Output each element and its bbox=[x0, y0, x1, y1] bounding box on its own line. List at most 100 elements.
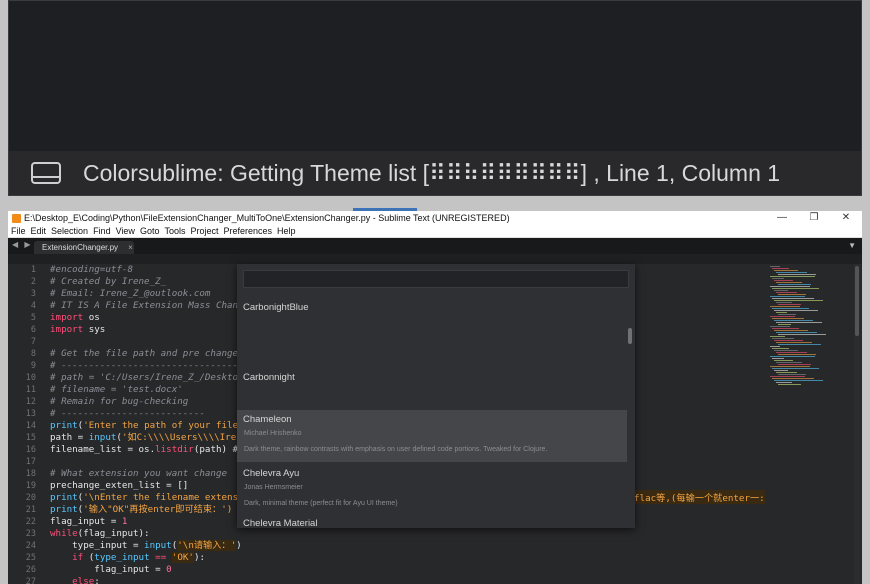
minimap-line bbox=[774, 300, 823, 301]
minimize-button[interactable]: — bbox=[766, 211, 798, 225]
theme-name: Chelevra Material bbox=[243, 518, 318, 528]
code-line: import os bbox=[50, 312, 100, 323]
code-line: if (type_input == 'OK'): bbox=[72, 552, 206, 563]
scrollbar-thumb[interactable] bbox=[855, 266, 859, 336]
theme-item-chameleon[interactable]: Chameleon Michael Hrishenko Dark theme, … bbox=[237, 410, 627, 462]
theme-item-carbonightblue[interactable]: CarbonightBlue bbox=[237, 294, 627, 344]
line-number: 7 bbox=[30, 337, 36, 347]
panel-toggle-icon[interactable] bbox=[31, 162, 61, 184]
maximize-button[interactable]: ❐ bbox=[798, 211, 830, 225]
minimap-line bbox=[776, 362, 802, 363]
minimap-line bbox=[772, 298, 814, 299]
minimap-line bbox=[774, 340, 803, 341]
minimap-line bbox=[774, 270, 798, 271]
menu-edit[interactable]: Edit bbox=[31, 226, 47, 236]
minimap-line bbox=[772, 268, 789, 269]
minimap-line bbox=[770, 356, 815, 357]
minimap-line bbox=[778, 374, 806, 375]
theme-name: Chelevra Ayu bbox=[243, 468, 300, 479]
code-line: else: bbox=[72, 576, 100, 584]
theme-name: Chameleon bbox=[243, 414, 292, 425]
editor-scrollbar[interactable] bbox=[854, 264, 860, 584]
theme-item-carbonnight[interactable]: Carbonnight bbox=[237, 344, 627, 400]
minimap-line bbox=[770, 276, 815, 277]
line-number: 16 bbox=[25, 445, 36, 455]
sublime-window: E:\Desktop_E\Coding\Python\FileExtension… bbox=[8, 211, 862, 584]
line-number: 8 bbox=[30, 349, 36, 359]
minimap-line bbox=[770, 366, 810, 367]
menu-file[interactable]: File bbox=[11, 226, 26, 236]
code-editor[interactable]: 1 2 3 4 5 6 7 8 9 10 11 12 13 14 15 16 17 18 19 20 21 22 23 24 2… bbox=[8, 264, 862, 584]
minimap-line bbox=[776, 342, 812, 343]
menu-view[interactable]: View bbox=[116, 226, 135, 236]
theme-palette: CarbonightBlue Carbonnight Chameleon Mic… bbox=[237, 264, 635, 528]
code-line: # filename = 'test.docx' bbox=[50, 384, 183, 395]
menu-help[interactable]: Help bbox=[277, 226, 296, 236]
minimap-line bbox=[776, 332, 817, 333]
palette-filter-input[interactable] bbox=[243, 270, 629, 288]
code-line: print('\nEnter the filename extens bbox=[50, 492, 239, 503]
minimap-line bbox=[770, 376, 805, 377]
line-number: 25 bbox=[25, 553, 36, 563]
palette-scrollbar-thumb[interactable] bbox=[628, 328, 632, 344]
minimap-line bbox=[772, 368, 819, 369]
menu-tools[interactable]: Tools bbox=[164, 226, 185, 236]
theme-description: Dark theme, rainbow contrasts with empha… bbox=[244, 446, 548, 453]
tab-nav-arrows-icon[interactable]: ◀ ▶ bbox=[12, 240, 33, 249]
title-bar: E:\Desktop_E\Coding\Python\FileExtension… bbox=[8, 211, 862, 225]
line-number: 11 bbox=[25, 385, 36, 395]
minimap-line bbox=[772, 278, 784, 279]
minimap-line bbox=[774, 310, 818, 311]
minimap-line bbox=[770, 316, 795, 317]
line-number: 9 bbox=[30, 361, 36, 371]
code-line: # Remain for bug-checking bbox=[50, 396, 189, 407]
theme-item-chelevra-ayu[interactable]: Chelevra Ayu Jonas Hermsmeier Dark, mini… bbox=[237, 462, 627, 514]
minimap-line bbox=[772, 308, 809, 309]
minimap-line bbox=[778, 304, 801, 305]
minimap-line bbox=[778, 274, 816, 275]
minimap-line bbox=[774, 290, 788, 291]
minimap-line bbox=[776, 292, 797, 293]
line-number: 26 bbox=[25, 565, 36, 575]
menu-preferences[interactable]: Preferences bbox=[223, 226, 272, 236]
line-number: 22 bbox=[25, 517, 36, 527]
minimap-line bbox=[772, 328, 799, 329]
code-line: type_input = input('\n请输入：') bbox=[50, 540, 242, 551]
code-line: # What extension you want change bbox=[50, 468, 228, 479]
minimap-line bbox=[778, 324, 791, 325]
tab-close-icon[interactable]: × bbox=[128, 243, 133, 252]
theme-item-chelevra-material[interactable]: Chelevra Material bbox=[237, 514, 627, 528]
menu-goto[interactable]: Goto bbox=[140, 226, 160, 236]
minimap[interactable] bbox=[768, 264, 854, 584]
menu-bar: File Edit Selection Find View Goto Tools… bbox=[8, 225, 862, 238]
status-text: Colorsublime: Getting Theme list [⠿⠿⠷⠿⠿⠿… bbox=[83, 159, 781, 186]
menu-find[interactable]: Find bbox=[93, 226, 111, 236]
line-number: 27 bbox=[25, 577, 36, 584]
line-number: 15 bbox=[25, 433, 36, 443]
tab-dropdown-icon[interactable]: ▼ bbox=[848, 241, 856, 250]
tab-extensionchanger[interactable]: ExtensionChanger.py × bbox=[34, 241, 134, 254]
minimap-line bbox=[770, 336, 785, 337]
menu-selection[interactable]: Selection bbox=[51, 226, 88, 236]
minimap-line bbox=[774, 360, 793, 361]
menu-project[interactable]: Project bbox=[190, 226, 218, 236]
minimap-line bbox=[774, 380, 823, 381]
minimap-line bbox=[776, 322, 822, 323]
line-number: 3 bbox=[30, 289, 36, 299]
code-line: flag_input = 1 bbox=[50, 516, 128, 527]
line-number: 5 bbox=[30, 313, 36, 323]
theme-name: Carbonnight bbox=[243, 372, 295, 383]
minimap-line bbox=[770, 346, 780, 347]
theme-list[interactable]: CarbonightBlue Carbonnight Chameleon Mic… bbox=[237, 294, 627, 528]
code-line: # Get the file path and pre change bbox=[50, 348, 239, 359]
minimap-line bbox=[772, 338, 794, 339]
minimap-line bbox=[776, 352, 807, 353]
code-line: flag_input = 0 bbox=[50, 564, 172, 575]
palette-scrollbar[interactable] bbox=[628, 294, 632, 528]
minimap-line bbox=[776, 282, 802, 283]
code-line: # IT IS A File Extension Mass Chan bbox=[50, 300, 239, 311]
close-button[interactable]: ✕ bbox=[830, 211, 862, 225]
code-line: #encoding=utf-8 bbox=[50, 264, 133, 275]
line-number: 12 bbox=[25, 397, 36, 407]
zoomed-status-bar: Colorsublime: Getting Theme list [⠿⠿⠷⠿⠿⠿… bbox=[9, 151, 861, 195]
